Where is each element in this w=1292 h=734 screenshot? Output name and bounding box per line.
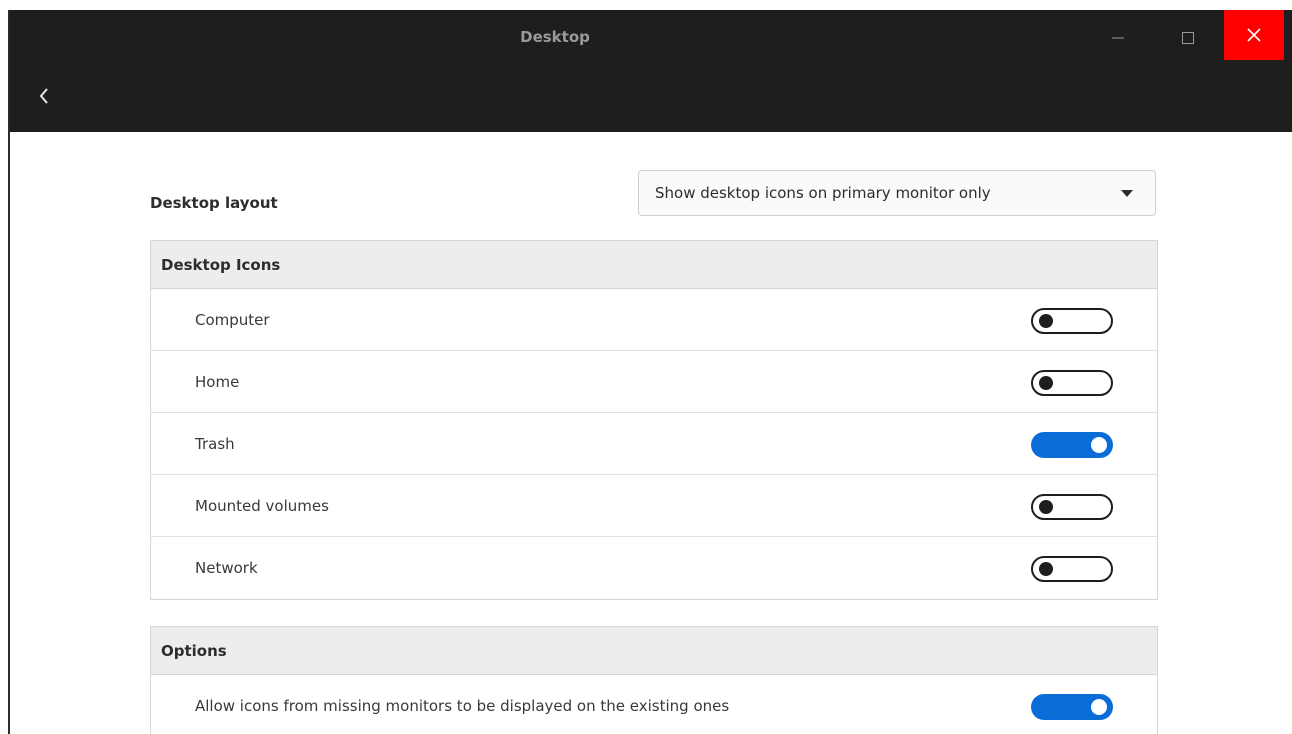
desktop-layout-dropdown[interactable]: Show desktop icons on primary monitor on… [638, 170, 1156, 216]
toggle-switch[interactable] [1031, 694, 1113, 720]
setting-label: Trash [195, 434, 235, 453]
close-icon [1247, 28, 1261, 42]
setting-row: Network [151, 537, 1157, 599]
options-header: Options [151, 627, 1157, 675]
setting-row: Trash [151, 413, 1157, 475]
setting-label: Home [195, 372, 240, 391]
setting-label: Network [195, 559, 258, 577]
caret-down-icon [1121, 190, 1133, 197]
back-button[interactable] [32, 82, 56, 110]
toggle-switch[interactable] [1031, 556, 1113, 582]
toggle-knob [1039, 562, 1053, 576]
minimize-icon [1112, 37, 1124, 39]
title-bar: Desktop [10, 10, 1292, 132]
setting-label: Computer [195, 310, 270, 329]
desktop-icons-header: Desktop Icons [151, 241, 1157, 289]
window-title: Desktop [520, 28, 590, 46]
desktop-icons-section: Desktop Icons Computer Home Trash Mounted v… [150, 240, 1158, 600]
setting-row: Home [151, 351, 1157, 413]
toggle-switch[interactable] [1031, 370, 1113, 396]
maximize-button[interactable] [1158, 15, 1218, 61]
toggle-knob [1091, 437, 1107, 453]
options-section: Options Allow icons from missing monitor… [150, 626, 1158, 734]
setting-row: Mounted volumes [151, 475, 1157, 537]
setting-row: Computer [151, 289, 1157, 351]
desktop-layout-selected: Show desktop icons on primary monitor on… [655, 184, 991, 202]
screen: Desktop Desktop layout Show desktop icon… [0, 0, 1292, 734]
toggle-switch[interactable] [1031, 432, 1113, 458]
toggle-knob [1039, 314, 1053, 328]
desktop-layout-label: Desktop layout [150, 194, 278, 212]
setting-label: Mounted volumes [195, 496, 329, 515]
toggle-knob [1091, 699, 1107, 715]
maximize-icon [1182, 32, 1194, 44]
close-button[interactable] [1224, 10, 1284, 60]
toggle-knob [1039, 376, 1053, 390]
toggle-knob [1039, 500, 1053, 514]
minimize-button[interactable] [1088, 15, 1148, 61]
setting-label: Allow icons from missing monitors to be … [195, 697, 730, 715]
chevron-left-icon [39, 88, 48, 104]
setting-row: Allow icons from missing monitors to be … [151, 675, 1157, 734]
settings-window: Desktop Desktop layout Show desktop icon… [8, 10, 1292, 734]
options-list: Allow icons from missing monitors to be … [151, 675, 1157, 734]
toggle-switch[interactable] [1031, 494, 1113, 520]
toggle-switch[interactable] [1031, 308, 1113, 334]
desktop-icons-list: Computer Home Trash Mounted volumes Network [151, 289, 1157, 599]
